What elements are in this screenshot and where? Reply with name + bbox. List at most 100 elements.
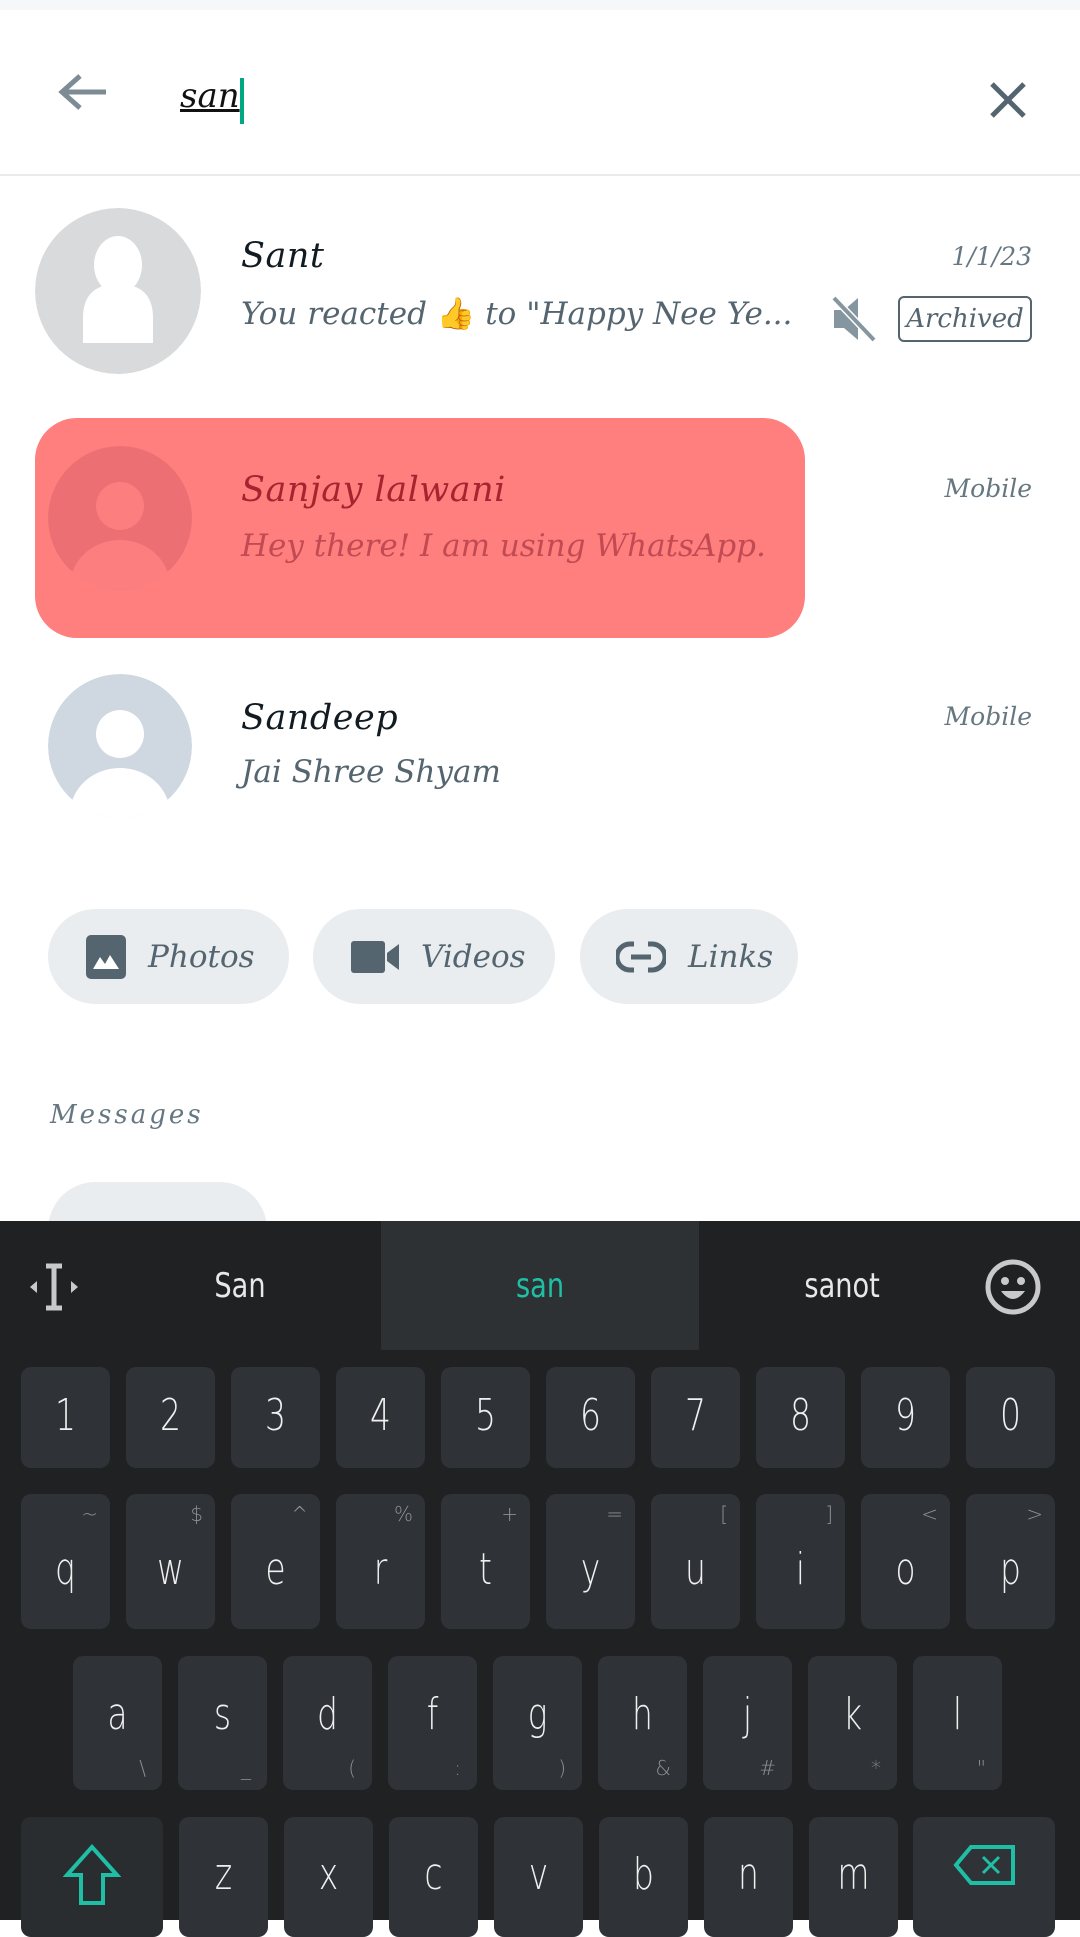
key-label: k <box>842 1689 863 1740</box>
key-k[interactable]: k * <box>808 1656 897 1790</box>
shift-key[interactable] <box>21 1817 163 1937</box>
key-label: x <box>318 1849 339 1900</box>
key-v[interactable]: v <box>494 1817 583 1937</box>
key-7[interactable]: 7 <box>651 1367 740 1468</box>
suggestion-3[interactable]: sanot <box>700 1221 985 1350</box>
key-9[interactable]: 9 <box>861 1367 950 1468</box>
key-5[interactable]: 5 <box>441 1367 530 1468</box>
key-secondary-label: \ <box>139 1756 146 1780</box>
key-label: y <box>580 1543 601 1595</box>
key-6[interactable]: 6 <box>546 1367 635 1468</box>
suggestion-1[interactable]: San <box>100 1221 380 1350</box>
avatar <box>35 208 201 374</box>
key-label: u <box>685 1543 706 1595</box>
contact-name: Sandeep <box>241 698 399 738</box>
contact-status: Jai Shree Shyam <box>241 754 501 790</box>
contact-name: Sanjay lalwani <box>241 470 506 510</box>
avatar <box>48 446 192 590</box>
key-1[interactable]: 1 <box>21 1367 110 1468</box>
shift-arrow-icon <box>63 1843 121 1905</box>
text-cursor <box>240 78 244 124</box>
key-b[interactable]: b <box>599 1817 688 1937</box>
key-label: e <box>265 1543 286 1595</box>
key-secondary-label: [ <box>720 1502 728 1526</box>
backspace-key[interactable] <box>913 1817 1055 1937</box>
key-secondary-label: % <box>393 1502 413 1526</box>
key-x[interactable]: x <box>284 1817 373 1937</box>
phone-type: Mobile <box>944 702 1032 731</box>
key-label: 4 <box>370 1389 391 1441</box>
key-n[interactable]: n <box>704 1817 793 1937</box>
key-label: s <box>213 1689 232 1740</box>
key-2[interactable]: 2 <box>126 1367 215 1468</box>
key-secondary-label: * <box>871 1756 881 1780</box>
key-o[interactable]: o < <box>861 1494 950 1629</box>
key-label: o <box>895 1543 916 1595</box>
key-label: v <box>528 1849 549 1900</box>
emoji-icon[interactable] <box>985 1259 1041 1315</box>
thumbs-up-emoji: 👍 <box>436 296 476 332</box>
key-label: 3 <box>265 1389 286 1441</box>
key-0[interactable]: 0 <box>966 1367 1055 1468</box>
back-arrow-icon[interactable] <box>56 72 110 112</box>
key-label: w <box>157 1543 184 1595</box>
key-label: m <box>837 1849 870 1900</box>
archived-badge: Archived <box>898 296 1032 342</box>
key-a[interactable]: a \ <box>73 1656 162 1790</box>
filter-links-chip[interactable]: Links <box>580 909 798 1004</box>
key-label: l <box>952 1689 963 1740</box>
key-m[interactable]: m <box>809 1817 898 1937</box>
key-g[interactable]: g) <box>493 1656 582 1790</box>
key-secondary-label: & <box>655 1756 671 1780</box>
key-secondary-label: + <box>501 1502 518 1526</box>
key-i[interactable]: i] <box>756 1494 845 1629</box>
contact-status: Hey there! I am using WhatsApp. <box>241 528 766 564</box>
key-label: c <box>424 1849 443 1900</box>
key-s[interactable]: s _ <box>178 1656 267 1790</box>
key-secondary-label: _ <box>241 1756 251 1780</box>
key-w[interactable]: w $ <box>126 1494 215 1629</box>
search-input[interactable]: san <box>180 76 240 116</box>
filter-photos-chip[interactable]: Photos <box>48 909 289 1004</box>
close-icon[interactable] <box>988 80 1028 120</box>
key-l[interactable]: l " <box>913 1656 1002 1790</box>
key-z[interactable]: z <box>179 1817 268 1937</box>
key-8[interactable]: 8 <box>756 1367 845 1468</box>
video-camera-icon <box>351 940 399 973</box>
key-q[interactable]: q ~ <box>21 1494 110 1629</box>
key-3[interactable]: 3 <box>231 1367 320 1468</box>
key-d[interactable]: d( <box>283 1656 372 1790</box>
key-label: 2 <box>160 1389 181 1441</box>
key-j[interactable]: j # <box>703 1656 792 1790</box>
suggestion-2-selected[interactable]: san <box>381 1221 699 1350</box>
message-preview: You reacted 👍 to "Happy Nee Ye... <box>241 296 793 332</box>
muted-speaker-icon <box>831 295 877 343</box>
key-p[interactable]: p > <box>966 1494 1055 1629</box>
result-row-sanjay[interactable]: Sanjay lalwani Hey there! I am using Wha… <box>0 418 1080 638</box>
key-e[interactable]: e ^ <box>231 1494 320 1629</box>
key-t[interactable]: t + <box>441 1494 530 1629</box>
key-r[interactable]: r% <box>336 1494 425 1629</box>
key-y[interactable]: y = <box>546 1494 635 1629</box>
key-secondary-label: ( <box>348 1756 356 1780</box>
key-c[interactable]: c <box>389 1817 478 1937</box>
status-bar <box>0 0 1080 10</box>
image-icon <box>86 934 126 979</box>
result-row-sant[interactable]: Sant 1/1/23 You reacted 👍 to "Happy Nee … <box>0 178 1080 408</box>
key-secondary-label: # <box>759 1756 776 1780</box>
key-label: f <box>426 1689 439 1740</box>
result-row-sandeep[interactable]: Sandeep Jai Shree Shyam Mobile <box>0 648 1080 868</box>
key-4[interactable]: 4 <box>336 1367 425 1468</box>
key-u[interactable]: u[ <box>651 1494 740 1629</box>
key-secondary-label: ] <box>825 1502 833 1526</box>
key-h[interactable]: h & <box>598 1656 687 1790</box>
key-secondary-label: " <box>976 1756 986 1780</box>
key-secondary-label: : <box>454 1756 461 1780</box>
keyboard: San san sanot 1 2 3 4 5 6 7 8 9 0 q ~ w $ e ^ r% t + y = u[i]… <box>0 1221 1080 1937</box>
key-label: 1 <box>55 1389 76 1441</box>
key-f[interactable]: f: <box>388 1656 477 1790</box>
key-label: g <box>527 1689 548 1740</box>
phone-type: Mobile <box>944 474 1032 503</box>
filter-videos-chip[interactable]: Videos <box>313 909 555 1004</box>
text-cursor-control-icon[interactable] <box>28 1263 80 1311</box>
